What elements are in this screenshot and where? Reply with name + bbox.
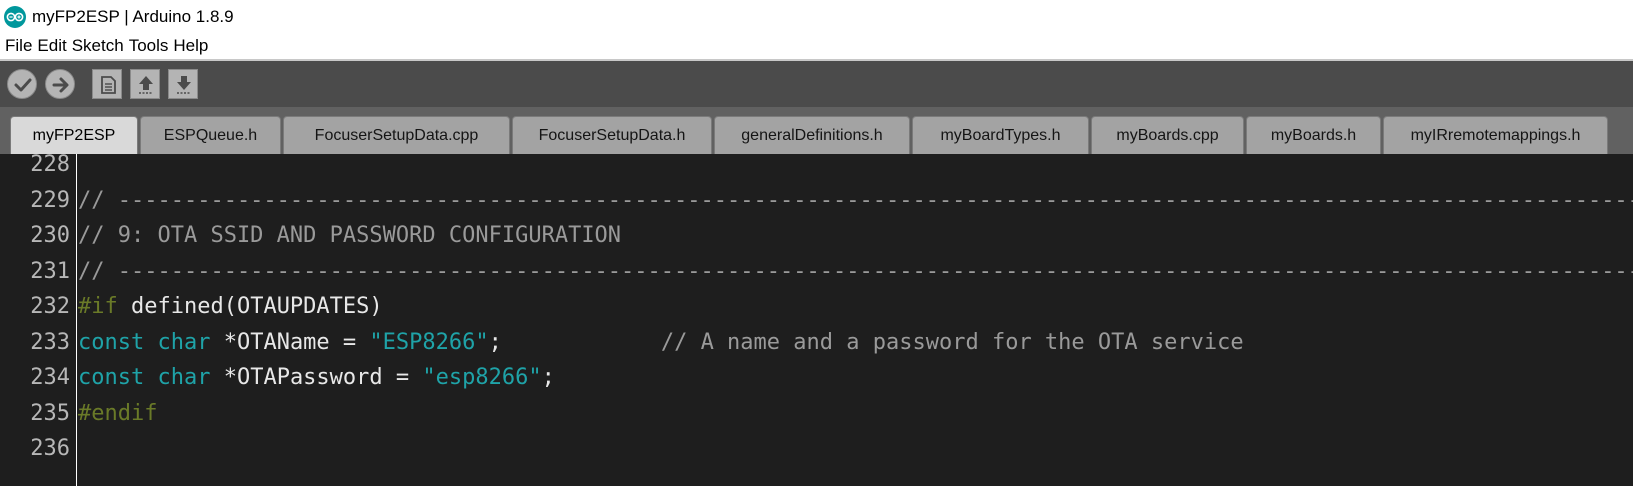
upload-button[interactable] [45, 69, 75, 99]
tab-focusersetupdata-h[interactable]: FocuserSetupData.h [512, 116, 712, 154]
code-text: const char *OTAName = "ESP8266"; // A na… [78, 325, 1244, 361]
title-bar: myFP2ESP | Arduino 1.8.9 [0, 0, 1633, 33]
code-token-keyword: const [78, 329, 145, 355]
tab-focusersetupdata-cpp[interactable]: FocuserSetupData.cpp [283, 116, 510, 154]
code-text: // -------------------------------------… [78, 183, 1633, 219]
open-button[interactable] [130, 69, 160, 99]
line-number: 231 [30, 258, 70, 284]
code-token-keyword: char [157, 365, 211, 390]
line-number: 236 [30, 436, 70, 461]
tab-myboards-h[interactable]: myBoards.h [1246, 116, 1381, 154]
code-line[interactable]: 236 [0, 431, 1633, 467]
code-line[interactable]: 234 const char *OTAPassword = "esp8266"; [0, 360, 1633, 396]
code-line[interactable]: 235 #endif [0, 396, 1633, 432]
code-token-comment: // A name and a password for the OTA ser… [660, 329, 1244, 355]
verify-button[interactable] [7, 69, 37, 99]
code-token-comment: // -------------------------------------… [78, 258, 1633, 284]
line-number: 235 [30, 400, 70, 426]
tab-myboards-cpp[interactable]: myBoards.cpp [1091, 116, 1244, 154]
menu-sketch[interactable]: Sketch [67, 36, 124, 56]
code-token-plain: ; [541, 365, 555, 390]
code-line[interactable]: 230 // 9: OTA SSID AND PASSWORD CONFIGURA… [0, 218, 1633, 254]
arduino-ide-window: myFP2ESP | Arduino 1.8.9 File Edit Sketc… [0, 0, 1633, 486]
code-line[interactable]: 233 const char *OTAName = "ESP8266"; // A… [0, 325, 1633, 361]
tab-myboardtypes-h[interactable]: myBoardTypes.h [912, 116, 1089, 154]
code-token-preproc: #if [78, 294, 118, 319]
code-line[interactable]: 231 // ----------------------------------… [0, 254, 1633, 290]
code-text: // 9: OTA SSID AND PASSWORD CONFIGURATIO… [78, 218, 621, 254]
code-token-keyword: char [157, 329, 211, 355]
arrow-right-icon [52, 77, 69, 93]
code-text: const char *OTAPassword = "esp8266"; [78, 360, 555, 396]
menu-help[interactable]: Help [168, 36, 208, 56]
code-editor[interactable]: 228 229 // -------------------------------… [0, 154, 1633, 486]
code-text: #if defined(OTAUPDATES) [78, 289, 383, 325]
save-button[interactable] [168, 69, 198, 99]
code-token-comment: // -------------------------------------… [78, 187, 1633, 213]
checkmark-icon [14, 78, 32, 92]
line-number: 232 [30, 294, 70, 319]
new-file-icon [101, 76, 116, 94]
menu-edit[interactable]: Edit [32, 36, 66, 56]
code-line[interactable]: 228 [0, 154, 1633, 183]
code-text: // -------------------------------------… [78, 254, 1633, 290]
toolbar [0, 59, 1633, 107]
line-number: 229 [30, 187, 70, 213]
code-token-plain: defined(OTAUPDATES) [117, 294, 383, 319]
code-text: #endif [78, 396, 157, 432]
arduino-logo-icon [4, 5, 26, 28]
menu-bar: File Edit Sketch Tools Help [0, 33, 1633, 59]
code-token-keyword: const [78, 365, 145, 390]
tab-myfp2esp[interactable]: myFP2ESP [10, 116, 138, 154]
tab-bar: myFP2ESP ESPQueue.h FocuserSetupData.cpp… [0, 107, 1633, 154]
line-number: 234 [30, 365, 70, 390]
arrow-down-icon [177, 76, 191, 94]
tab-espqueue-h[interactable]: ESPQueue.h [140, 116, 281, 154]
window-title: myFP2ESP | Arduino 1.8.9 [32, 6, 234, 26]
code-token-comment: // 9: OTA SSID AND PASSWORD CONFIGURATIO… [78, 223, 622, 248]
code-token-string: "ESP8266" [369, 329, 489, 355]
code-token-plain: *OTAPassword = [210, 365, 423, 390]
line-number: 228 [30, 154, 70, 177]
code-token-preproc: #endif [78, 400, 158, 426]
menu-tools[interactable]: Tools [124, 36, 169, 56]
arrow-up-icon [139, 76, 153, 94]
line-number: 233 [30, 329, 70, 355]
code-token-plain: *OTAName = [210, 329, 370, 355]
code-token-plain: ; [488, 329, 661, 355]
tab-myirremotemappings-h[interactable]: myIRremotemappings.h [1383, 116, 1608, 154]
tab-generaldefinitions-h[interactable]: generalDefinitions.h [714, 116, 910, 154]
menu-file[interactable]: File [0, 36, 32, 56]
code-line[interactable]: 232 #if defined(OTAUPDATES) [0, 289, 1633, 325]
line-number: 230 [30, 223, 70, 248]
code-token-string: "esp8266" [422, 365, 542, 390]
code-line[interactable]: 229 // ----------------------------------… [0, 183, 1633, 219]
new-button[interactable] [92, 69, 122, 99]
